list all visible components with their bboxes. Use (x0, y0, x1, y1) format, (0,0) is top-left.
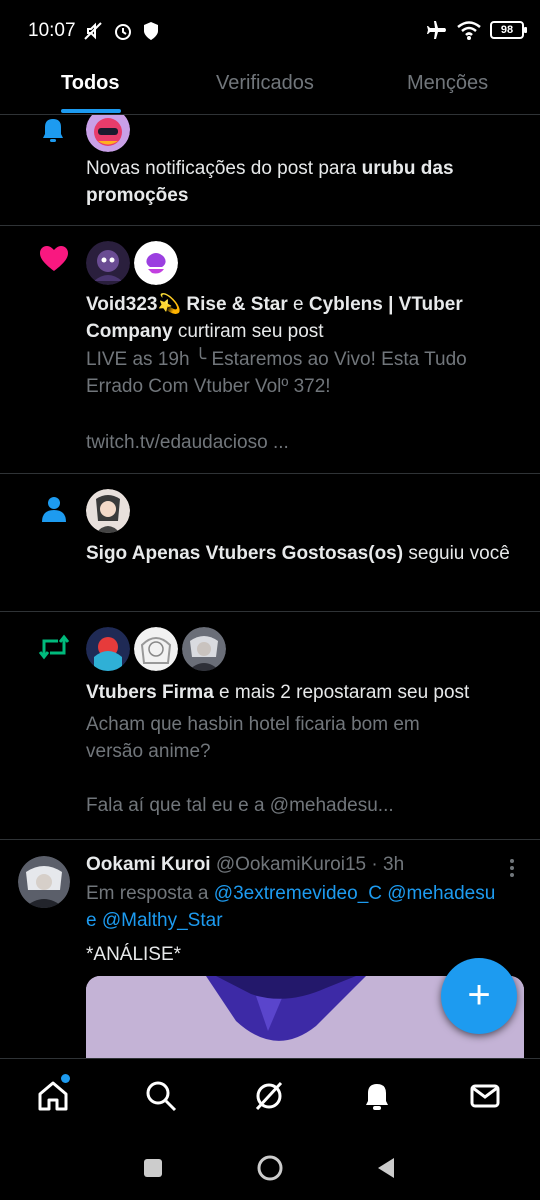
tweet-author[interactable]: Ookami Kuroi (86, 854, 211, 875)
status-right-icons: 98 (426, 19, 527, 41)
avatar[interactable] (18, 856, 70, 908)
notification-text: Novas notificações do post para urubu da… (86, 158, 454, 206)
tab-todos[interactable]: Todos (61, 72, 120, 95)
bell-icon (43, 119, 63, 142)
mention-link[interactable]: @Malthy_Star (102, 910, 223, 931)
notification-item-reposts[interactable]: Vtubers Firma e mais 2 repostaram seu po… (0, 611, 540, 840)
mention-link[interactable]: @mehadesu (387, 883, 495, 904)
notification-feed[interactable]: Novas notificações do post para urubu da… (0, 115, 540, 1058)
home-icon[interactable] (36, 1079, 70, 1113)
notification-tabs: Todos Verificados Menções (0, 62, 540, 115)
system-navigation (0, 1134, 540, 1200)
status-left-icons (82, 20, 160, 42)
grok-icon[interactable] (252, 1079, 286, 1113)
repost-icon (38, 634, 70, 660)
home-unread-dot (61, 1074, 70, 1083)
reply-context: Em resposta a @3extremevideo_C @mehadesu… (86, 883, 496, 931)
avatar[interactable] (134, 241, 178, 285)
avatar[interactable] (86, 115, 130, 152)
avatar[interactable] (134, 627, 178, 671)
battery-indicator: 98 (490, 21, 527, 39)
notification-text: Sigo Apenas Vtubers Gostosas(os) seguiu … (86, 543, 510, 564)
notification-item-follow[interactable]: Sigo Apenas Vtubers Gostosas(os) seguiu … (0, 473, 540, 612)
mute-icon (84, 22, 102, 40)
post-preview: Acham que hasbin hotel ficaria bom em ve… (86, 714, 420, 816)
tab-mencoes[interactable]: Menções (407, 72, 488, 95)
avatar[interactable] (86, 241, 130, 285)
active-tab-indicator (61, 109, 121, 113)
status-bar: 10:07 98 (0, 0, 540, 62)
tab-verificados[interactable]: Verificados (216, 72, 314, 95)
back-icon[interactable] (376, 1157, 396, 1179)
notification-item-likes[interactable]: Void323💫 Rise & Star e Cyblens | VTuber … (0, 225, 540, 474)
bottom-navigation (0, 1058, 540, 1135)
notification-item-post-alert[interactable]: Novas notificações do post para urubu da… (0, 115, 540, 226)
shield-icon (144, 22, 158, 40)
wifi-icon (457, 21, 481, 40)
tweet-body: *ANÁLISE* (86, 944, 182, 965)
recents-icon[interactable] (143, 1158, 163, 1178)
compose-button[interactable]: + (441, 958, 517, 1034)
notification-text: Vtubers Firma e mais 2 repostaram seu po… (86, 682, 470, 703)
notifications-icon[interactable] (360, 1079, 394, 1113)
avatar[interactable] (86, 489, 130, 533)
tweet-time: · 3h (371, 854, 405, 875)
alarm-icon (115, 24, 131, 40)
mention-link[interactable]: @3extremevideo_C (214, 883, 382, 904)
tweet-header: Ookami Kuroi @OokamiKuroi15 · 3h (86, 851, 496, 878)
more-icon[interactable] (504, 857, 520, 879)
heart-icon (40, 246, 68, 271)
notification-text: Void323💫 Rise & Star e Cyblens | VTuber … (86, 294, 463, 342)
avatar[interactable] (182, 627, 226, 671)
person-icon (42, 497, 66, 522)
search-icon[interactable] (144, 1079, 178, 1113)
tweet-handle[interactable]: @OokamiKuroi15 (216, 854, 366, 875)
post-preview: LIVE as 19h ╰ Estaremos ao Vivo! Esta Tu… (86, 349, 467, 453)
status-time: 10:07 (28, 20, 76, 41)
messages-icon[interactable] (468, 1079, 502, 1113)
airplane-icon (427, 21, 446, 39)
avatar[interactable] (86, 627, 130, 671)
home-system-icon[interactable] (256, 1154, 284, 1182)
